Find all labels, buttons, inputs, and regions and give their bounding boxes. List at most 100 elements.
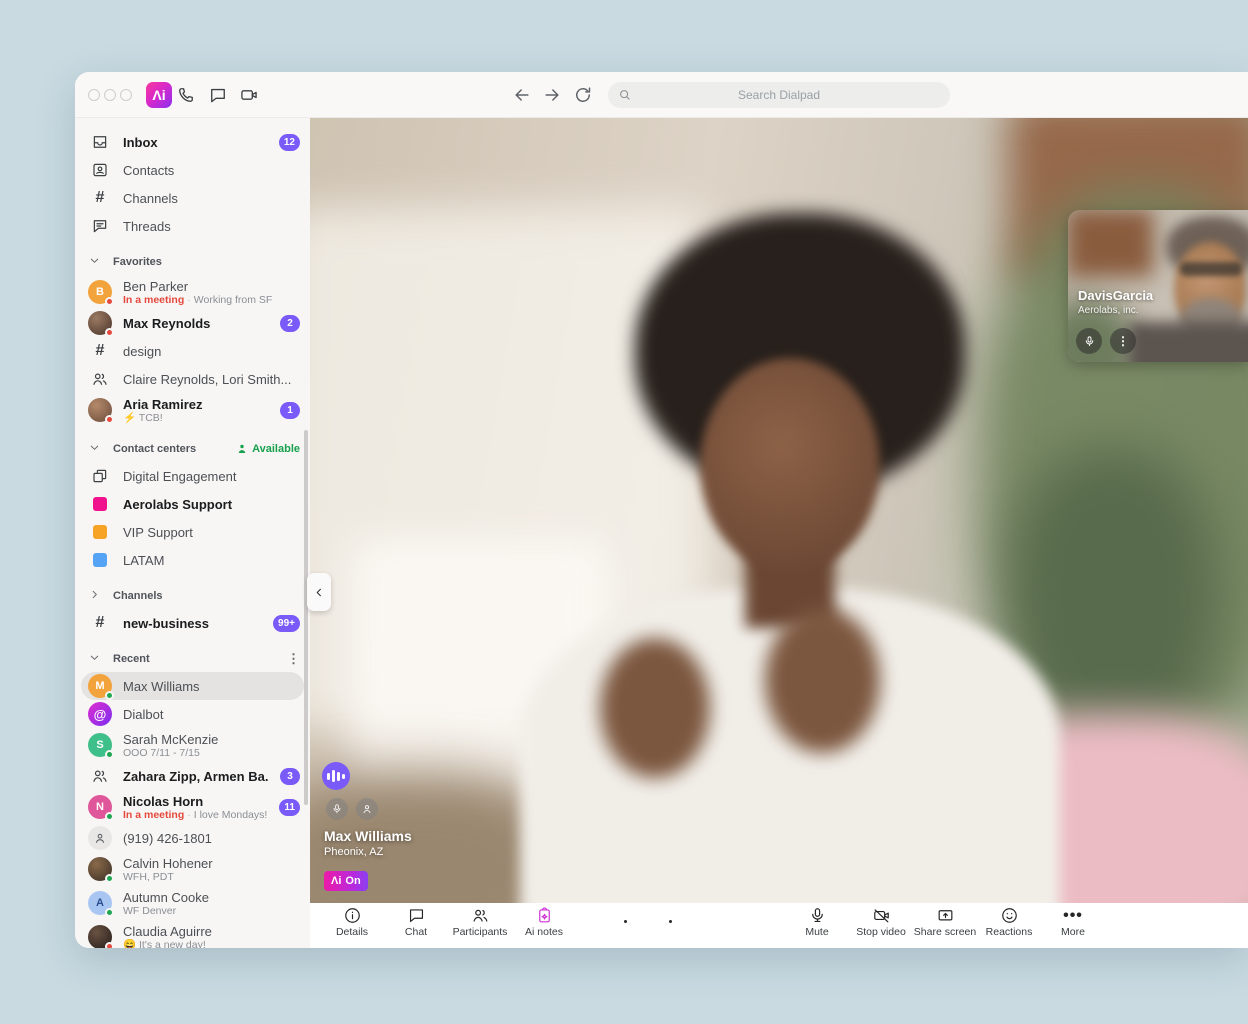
sidebar-scrollbar[interactable]: [304, 430, 308, 805]
video-icon[interactable]: [239, 85, 259, 105]
avatar: N: [88, 795, 112, 819]
pip-mute-button[interactable]: [1076, 328, 1102, 354]
chevron-down-icon: [89, 440, 100, 458]
more-button[interactable]: ••• More: [1041, 906, 1105, 938]
pip-more-button[interactable]: ⋮: [1110, 328, 1136, 354]
unread-badge: 99+: [273, 615, 300, 632]
details-button[interactable]: Details: [320, 906, 384, 938]
sidebar-item-nicolas-horn[interactable]: N Nicolas Horn In a meeting·I love Monda…: [75, 790, 310, 824]
chat-button[interactable]: Chat: [384, 906, 448, 938]
avatar: [88, 857, 112, 881]
traffic-light-close[interactable]: [88, 89, 100, 101]
sidebar-item-new-business[interactable]: # new-business 99+: [75, 609, 310, 637]
search-bar[interactable]: [608, 82, 950, 108]
group-icon: [88, 367, 112, 391]
avatar: M: [88, 674, 112, 698]
mic-icon: [1083, 335, 1096, 348]
inbox-badge: 12: [279, 134, 300, 151]
contact-centers-header[interactable]: Contact centers Available: [75, 436, 310, 462]
sidebar-item-design[interactable]: # design: [75, 337, 310, 365]
channels-header[interactable]: Channels: [75, 583, 310, 609]
participants-button[interactable]: Participants: [448, 906, 512, 938]
sidebar-item-dialbot[interactable]: @ Dialbot: [75, 700, 310, 728]
speaker-mic-icon: [326, 798, 348, 820]
sidebar-item-calvin-hohener[interactable]: Calvin Hohener WFH, PDT: [75, 852, 310, 886]
more-dots-icon: •••: [1063, 906, 1083, 925]
chevron-down-icon: [89, 253, 100, 271]
sidebar-item-autumn-cooke[interactable]: A Autumn Cooke WF Denver: [75, 886, 310, 920]
avatar: A: [88, 891, 112, 915]
ai-on-badge[interactable]: Λi On: [324, 871, 368, 891]
avatar: B: [88, 280, 112, 304]
sidebar-item-max-williams[interactable]: M Max Williams: [81, 672, 304, 700]
window-topbar: Λi: [75, 72, 1248, 118]
speaker-name: Max Williams: [324, 828, 412, 844]
toolbar-dot: [669, 920, 672, 923]
inbox-icon: [88, 130, 112, 154]
availability-status[interactable]: Available: [236, 443, 300, 455]
sidebar-item-latam[interactable]: LATAM: [75, 546, 310, 574]
video-stage: DavisGarcia Aerolabs, inc. ⋮ Max William…: [310, 118, 1248, 948]
speaker-location: Pheonix, AZ: [324, 846, 383, 858]
avatar: [88, 311, 112, 335]
dialbot-avatar: @: [88, 702, 112, 726]
pip-participant-company: Aerolabs, inc.: [1078, 305, 1139, 316]
avatar: S: [88, 733, 112, 757]
chat-bubble-icon: [407, 906, 426, 925]
sidebar-item-phone-919[interactable]: (919) 426-1801: [75, 824, 310, 852]
share-screen-button[interactable]: Share screen: [913, 906, 977, 938]
chevron-down-icon: [89, 650, 100, 668]
reactions-button[interactable]: Reactions: [977, 906, 1041, 938]
group-icon: [88, 764, 112, 788]
queue-color-swatch: [88, 492, 112, 516]
sidebar-item-inbox[interactable]: Inbox 12: [75, 128, 310, 156]
favorites-header[interactable]: Favorites: [75, 249, 310, 275]
sidebar: Inbox 12 Contacts # Channels Threads Fav…: [75, 118, 310, 948]
pip-participant-name: DavisGarcia: [1078, 288, 1153, 303]
sidebar-item-claudia-aguirre[interactable]: Claudia Aguirre 😄 It's a new day!: [75, 920, 310, 948]
hash-icon: #: [88, 186, 112, 210]
traffic-light-zoom[interactable]: [120, 89, 132, 101]
chat-icon[interactable]: [208, 85, 228, 105]
app-window: Λi Inbox 12 Cont: [75, 72, 1248, 948]
queue-color-swatch: [88, 520, 112, 544]
sidebar-item-threads[interactable]: Threads: [75, 212, 310, 240]
speaker-person-icon: [356, 798, 378, 820]
phone-icon[interactable]: [176, 85, 196, 105]
contacts-icon: [88, 158, 112, 182]
speaking-indicator-icon: [322, 762, 350, 790]
queue-color-swatch: [88, 548, 112, 572]
back-icon[interactable]: [512, 85, 532, 105]
participants-icon: [471, 906, 490, 925]
recent-header[interactable]: Recent ⋮: [75, 646, 310, 672]
unread-badge: 3: [280, 768, 300, 785]
sidebar-item-sarah-mckenzie[interactable]: S Sarah McKenzie OOO 7/11 - 7/15: [75, 728, 310, 762]
smiley-icon: [1000, 906, 1019, 925]
sidebar-item-aerolabs-support[interactable]: Aerolabs Support: [75, 490, 310, 518]
call-toolbar: Details Chat Participants Ai notes: [310, 903, 1248, 948]
sidebar-item-vip-support[interactable]: VIP Support: [75, 518, 310, 546]
refresh-icon[interactable]: [573, 85, 593, 105]
ai-notes-button[interactable]: Ai notes: [512, 906, 576, 938]
sidebar-item-channels[interactable]: # Channels: [75, 184, 310, 212]
toolbar-dot: [624, 920, 627, 923]
recent-menu-icon[interactable]: ⋮: [287, 654, 300, 664]
forward-icon[interactable]: [542, 85, 562, 105]
mute-button[interactable]: Mute: [785, 906, 849, 938]
stop-video-button[interactable]: Stop video: [849, 906, 913, 938]
avatar: [88, 398, 112, 422]
sidebar-item-aria-ramirez[interactable]: Aria Ramirez ⚡ TCB! 1: [75, 393, 310, 427]
ai-logo-glyph: Λi: [331, 875, 341, 887]
search-input[interactable]: [608, 82, 950, 108]
video-off-icon: [872, 906, 891, 925]
sidebar-item-zahara-group[interactable]: Zahara Zipp, Armen Ba... 3: [75, 762, 310, 790]
sidebar-item-contacts[interactable]: Contacts: [75, 156, 310, 184]
sidebar-collapse-handle[interactable]: [307, 573, 331, 611]
sidebar-item-claire-group[interactable]: Claire Reynolds, Lori Smith...: [75, 365, 310, 393]
ai-notes-icon: [535, 906, 554, 925]
traffic-light-minimize[interactable]: [104, 89, 116, 101]
sidebar-item-ben-parker[interactable]: B Ben Parker In a meeting·Working from S…: [75, 275, 310, 309]
sidebar-item-max-reynolds[interactable]: Max Reynolds 2: [75, 309, 310, 337]
sidebar-item-digital-engagement[interactable]: Digital Engagement: [75, 462, 310, 490]
pip-remote-video[interactable]: DavisGarcia Aerolabs, inc. ⋮: [1068, 210, 1248, 362]
